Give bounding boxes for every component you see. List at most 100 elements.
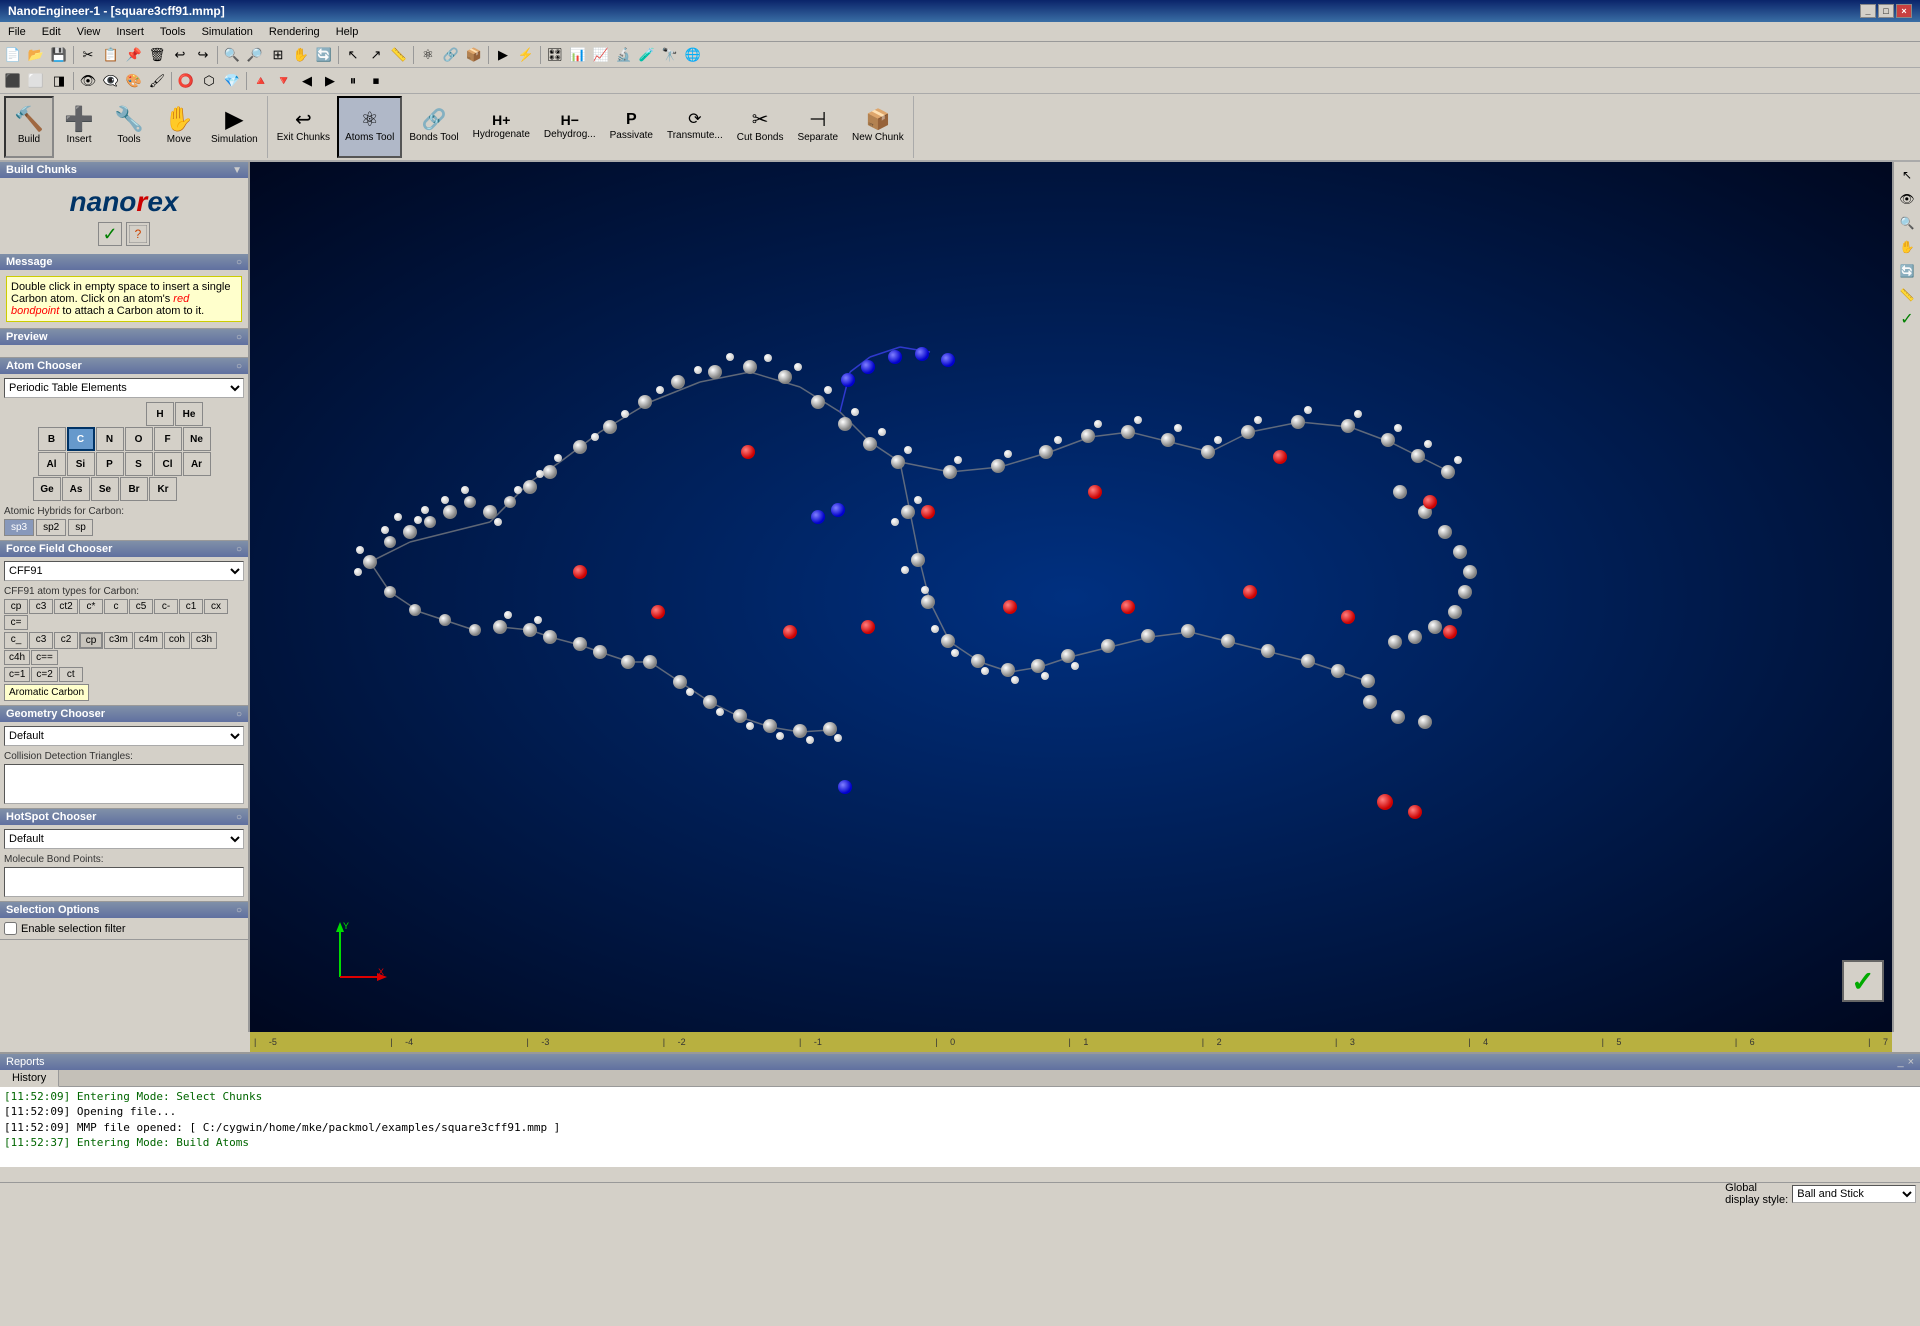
preview-collapse[interactable]: ○ xyxy=(236,332,242,343)
tb-more2[interactable]: 📊 xyxy=(567,44,589,66)
tb-open[interactable]: 📂 xyxy=(25,44,47,66)
tb-select2[interactable]: ↗ xyxy=(365,44,387,66)
tb-more3[interactable]: 📈 xyxy=(590,44,612,66)
selection-filter-checkbox[interactable] xyxy=(4,922,17,935)
ff-ceq1[interactable]: c=1 xyxy=(4,667,30,682)
ff-c3[interactable]: c3 xyxy=(29,599,53,614)
rt-rotate-btn[interactable]: 🔄 xyxy=(1896,260,1918,282)
periodic-table-dropdown[interactable]: Periodic Table Elements xyxy=(4,378,244,398)
menu-rendering[interactable]: Rendering xyxy=(261,24,328,40)
tb-save[interactable]: 💾 xyxy=(48,44,70,66)
rt-measure-btn[interactable]: 📏 xyxy=(1896,284,1918,306)
viewport[interactable]: Y X ✓ xyxy=(250,162,1892,1032)
tb-chunk[interactable]: 📦 xyxy=(463,44,485,66)
tb2-show[interactable]: 👁‍🗨 xyxy=(100,70,122,92)
force-field-dropdown[interactable]: CFF91 xyxy=(4,561,244,581)
exit-chunks-button[interactable]: ↩ Exit Chunks xyxy=(270,96,337,158)
tb-more6[interactable]: 🔭 xyxy=(659,44,681,66)
ff-c4h[interactable]: c4h xyxy=(4,650,30,665)
bond-points-input[interactable] xyxy=(4,867,244,897)
tb-select[interactable]: ↖ xyxy=(342,44,364,66)
force-field-collapse[interactable]: ○ xyxy=(236,544,242,555)
tb2-invert[interactable]: ◨ xyxy=(48,70,70,92)
menu-help[interactable]: Help xyxy=(328,24,367,40)
ff-c1[interactable]: c1 xyxy=(179,599,203,614)
logo-help-button[interactable]: ? xyxy=(126,222,150,246)
tb-sim[interactable]: ▶ xyxy=(492,44,514,66)
ff-c3m[interactable]: c3m xyxy=(104,632,133,649)
element-Kr[interactable]: Kr xyxy=(149,477,177,501)
new-chunk-button[interactable]: 📦 New Chunk xyxy=(845,96,911,158)
tb-new[interactable]: 📄 xyxy=(2,44,24,66)
preview-header[interactable]: Preview ○ xyxy=(0,329,248,345)
tb2-hide[interactable]: 👁 xyxy=(77,70,99,92)
atom-chooser-header[interactable]: Atom Chooser ○ xyxy=(0,358,248,374)
checkmark-overlay[interactable]: ✓ xyxy=(1842,960,1884,1002)
element-He[interactable]: He xyxy=(175,402,203,426)
element-S[interactable]: S xyxy=(125,452,153,476)
element-Si[interactable]: Si xyxy=(67,452,95,476)
tb2-more6[interactable]: ⏹ xyxy=(365,70,387,92)
element-C[interactable]: C xyxy=(67,427,95,451)
tb-zoom-out[interactable]: 🔎 xyxy=(244,44,266,66)
element-P[interactable]: P xyxy=(96,452,124,476)
selection-collapse[interactable]: ○ xyxy=(236,905,242,916)
ff-cpc[interactable]: cp xyxy=(79,632,103,649)
element-Al[interactable]: Al xyxy=(38,452,66,476)
element-N[interactable]: N xyxy=(96,427,124,451)
ff-ct2[interactable]: ct2 xyxy=(54,599,78,614)
ff-c[interactable]: c xyxy=(104,599,128,614)
tools-button[interactable]: 🔧 Tools xyxy=(104,96,154,158)
tb-more4[interactable]: 🔬 xyxy=(613,44,635,66)
rt-select-btn[interactable]: ↖ xyxy=(1896,164,1918,186)
menu-tools[interactable]: Tools xyxy=(152,24,194,40)
cut-bonds-button[interactable]: ✂ Cut Bonds xyxy=(730,96,791,158)
tb2-color[interactable]: 🖌 xyxy=(146,70,168,92)
passivate-button[interactable]: P Passivate xyxy=(603,96,660,158)
element-Cl[interactable]: Cl xyxy=(154,452,182,476)
tb2-more1[interactable]: 🔺 xyxy=(250,70,272,92)
build-chunks-collapse[interactable]: ▼ xyxy=(232,165,242,176)
maximize-button[interactable]: □ xyxy=(1878,4,1894,18)
element-Ne[interactable]: Ne xyxy=(183,427,211,451)
rt-color-btn[interactable]: ✓ xyxy=(1896,308,1918,330)
tb-zoom-fit[interactable]: ⊞ xyxy=(267,44,289,66)
ff-cx[interactable]: cx xyxy=(204,599,228,614)
insert-button[interactable]: ➕ Insert xyxy=(54,96,104,158)
ff-c3h[interactable]: c3h xyxy=(191,632,217,649)
bonds-tool-button[interactable]: 🔗 Bonds Tool xyxy=(402,96,465,158)
ff-ceq2[interactable]: c=2 xyxy=(31,667,57,682)
menu-insert[interactable]: Insert xyxy=(108,24,152,40)
tb2-select-all[interactable]: ⬛ xyxy=(2,70,24,92)
hydrogenate-button[interactable]: H+ Hydrogenate xyxy=(466,96,537,158)
separate-button[interactable]: ⊣ Separate xyxy=(790,96,845,158)
tb-paste[interactable]: 📌 xyxy=(123,44,145,66)
tb-copy[interactable]: 📋 xyxy=(100,44,122,66)
reports-minimize[interactable]: _ xyxy=(1897,1056,1903,1068)
tb2-more3[interactable]: ◀ xyxy=(296,70,318,92)
logo-check-button[interactable]: ✓ xyxy=(98,222,122,246)
message-header[interactable]: Message ○ xyxy=(0,254,248,270)
menu-edit[interactable]: Edit xyxy=(34,24,69,40)
tb-pan[interactable]: ✋ xyxy=(290,44,312,66)
tb2-fullerene[interactable]: ⬡ xyxy=(198,70,220,92)
history-tab[interactable]: History xyxy=(0,1070,59,1087)
tb-redo[interactable]: ↪ xyxy=(192,44,214,66)
tb2-deselect[interactable]: ⬜ xyxy=(25,70,47,92)
rt-view-btn[interactable]: 👁 xyxy=(1896,188,1918,210)
ff-c5[interactable]: c5 xyxy=(129,599,153,614)
ff-ceq[interactable]: c= xyxy=(4,615,28,630)
rt-zoom-btn[interactable]: 🔍 xyxy=(1896,212,1918,234)
display-style-select[interactable]: Ball and Stick CPK Tubes Lines Reduced xyxy=(1792,1185,1916,1203)
tb-bond[interactable]: 🔗 xyxy=(440,44,462,66)
ff-cstar[interactable]: c* xyxy=(79,599,103,614)
tb-zoom-in[interactable]: 🔍 xyxy=(221,44,243,66)
tb-undo[interactable]: ↩ xyxy=(169,44,191,66)
dehydrogenate-button[interactable]: H− Dehydrog... xyxy=(537,96,603,158)
ff-ct[interactable]: ct xyxy=(59,667,83,682)
element-Ar[interactable]: Ar xyxy=(183,452,211,476)
element-H[interactable]: H xyxy=(146,402,174,426)
tb-more5[interactable]: 🧪 xyxy=(636,44,658,66)
ff-cp[interactable]: cp xyxy=(4,599,28,614)
tb-atom[interactable]: ⚛ xyxy=(417,44,439,66)
